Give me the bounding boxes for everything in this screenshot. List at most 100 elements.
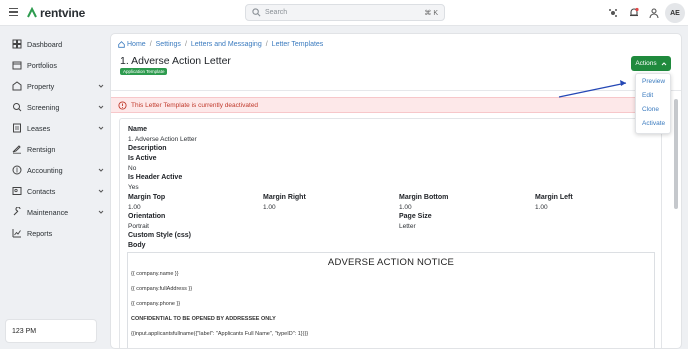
- is-active-value: No: [128, 165, 137, 172]
- search-placeholder: Search: [265, 9, 288, 16]
- dashboard-icon: [12, 39, 22, 49]
- is-header-active-value: Yes: [128, 184, 139, 191]
- is-active-label: Is Active: [128, 155, 157, 162]
- breadcrumb-letters-messaging[interactable]: Letters and Messaging: [191, 41, 262, 48]
- search-input[interactable]: Search ⌘ K: [245, 4, 445, 21]
- sidebar-footer-account[interactable]: 123 PM: [5, 319, 97, 343]
- notification-bell-icon[interactable]: [628, 7, 640, 19]
- sidebar-item-dashboard[interactable]: Dashboard: [12, 37, 104, 51]
- breadcrumb-settings[interactable]: Settings: [156, 41, 181, 48]
- breadcrumb-home[interactable]: Home: [127, 41, 146, 48]
- menu-icon[interactable]: [9, 8, 18, 17]
- scrollbar[interactable]: [674, 99, 678, 209]
- menu-item-clone[interactable]: Clone: [642, 106, 659, 113]
- sidebar-item-label: Maintenance: [27, 207, 69, 217]
- chevron-down-icon: [98, 84, 104, 88]
- sidebar-item-leases[interactable]: Leases: [12, 121, 104, 135]
- actions-dropdown-menu: Preview Edit Clone Activate: [635, 73, 671, 134]
- letter-line: {{input.applicantsfullname({"label": "Ap…: [131, 331, 309, 337]
- sidebar-item-label: Accounting: [27, 165, 63, 175]
- leases-icon: [13, 123, 21, 133]
- accounting-icon: [12, 165, 22, 175]
- sidebar-item-label: Contacts: [27, 186, 56, 196]
- orientation-label: Orientation: [128, 213, 166, 220]
- custom-style-label: Custom Style (css): [128, 232, 192, 239]
- page-title: 1. Adverse Action Letter: [120, 55, 231, 67]
- letter-line: CONFIDENTIAL TO BE OPENED BY ADDRESSEE O…: [131, 316, 276, 322]
- chevron-down-icon: [98, 168, 104, 172]
- alert-circle-icon: [118, 101, 127, 110]
- sidebar-item-label: Property: [27, 81, 55, 91]
- page-size-label: Page Size: [399, 213, 432, 220]
- letter-heading: ADVERSE ACTION NOTICE: [327, 257, 455, 268]
- sidebar-item-rentsign[interactable]: Rentsign: [12, 142, 104, 156]
- sidebar-item-label: Reports: [27, 228, 53, 238]
- is-header-active-label: Is Header Active: [128, 174, 183, 181]
- sidebar-item-accounting[interactable]: Accounting: [12, 163, 104, 177]
- breadcrumb-letter-templates[interactable]: Letter Templates: [272, 41, 324, 48]
- avatar[interactable]: AE: [665, 3, 685, 23]
- contacts-icon: [12, 187, 22, 195]
- sparkle-icon[interactable]: [607, 7, 619, 19]
- sidebar-item-property[interactable]: Property: [12, 79, 104, 93]
- rentvine-logo-icon: [27, 7, 37, 18]
- margin-left-value: 1.00: [535, 204, 548, 211]
- brand-name: rentvine: [40, 6, 86, 20]
- sidebar-item-label: Screening: [27, 102, 60, 112]
- sidebar-item-label: Portfolios: [27, 60, 57, 70]
- alert-text: This Letter Template is currently deacti…: [131, 102, 259, 109]
- brand-logo[interactable]: rentvine: [26, 6, 85, 20]
- sidebar-item-label: Rentsign: [27, 144, 56, 154]
- user-profile-icon[interactable]: [648, 7, 660, 19]
- header-divider: [111, 90, 681, 91]
- margin-left-label: Margin Left: [535, 194, 573, 201]
- sidebar: Dashboard Portfolios Property Screening …: [0, 26, 110, 349]
- top-bar: rentvine Search ⌘ K AE: [0, 0, 688, 26]
- chevron-up-icon: [661, 61, 667, 65]
- sidebar-item-label: Dashboard: [27, 39, 63, 49]
- margin-bottom-label: Margin Bottom: [399, 194, 449, 201]
- search-shortcut: ⌘ K: [424, 10, 438, 17]
- margin-bottom-value: 1.00: [399, 204, 412, 211]
- breadcrumb-separator: /: [149, 41, 152, 48]
- sidebar-item-contacts[interactable]: Contacts: [12, 184, 104, 198]
- property-icon: [12, 81, 22, 91]
- chevron-down-icon: [98, 126, 104, 130]
- sidebar-item-maintenance[interactable]: Maintenance: [12, 205, 104, 219]
- maintenance-icon: [13, 207, 21, 216]
- menu-item-preview[interactable]: Preview: [642, 78, 665, 85]
- chevron-down-icon: [98, 189, 104, 193]
- letter-line: {{ company.phone }}: [131, 301, 181, 307]
- letter-line: {{ company.fullAddress }}: [131, 286, 193, 292]
- page-size-value: Letter: [399, 223, 416, 230]
- actions-button[interactable]: Actions: [631, 56, 671, 71]
- sidebar-item-screening[interactable]: Screening: [12, 100, 104, 114]
- letter-body-preview: ADVERSE ACTION NOTICE {{ company.name }}…: [127, 252, 655, 348]
- breadcrumb-separator: /: [265, 41, 268, 48]
- orientation-value: Portrait: [128, 223, 149, 230]
- menu-item-activate[interactable]: Activate: [642, 120, 665, 127]
- description-label: Description: [128, 145, 167, 152]
- name-label: Name: [128, 126, 148, 133]
- portfolios-icon: [12, 61, 22, 70]
- main-content: Home / Settings / Letters and Messaging …: [110, 33, 682, 349]
- rentsign-icon: [12, 145, 21, 154]
- screening-icon: [13, 103, 22, 112]
- breadcrumb: Home / Settings / Letters and Messaging …: [118, 41, 323, 48]
- margin-right-value: 1.00: [263, 204, 276, 211]
- chevron-down-icon: [98, 105, 104, 109]
- letter-line: {{ company.name }}: [131, 271, 179, 277]
- actions-button-label: Actions: [635, 60, 657, 67]
- sidebar-item-label: Leases: [27, 123, 51, 133]
- margin-top-value: 1.00: [128, 204, 141, 211]
- search-icon: [252, 8, 261, 17]
- breadcrumb-separator: /: [184, 41, 187, 48]
- chevron-down-icon: [98, 210, 104, 214]
- home-icon[interactable]: [118, 41, 125, 48]
- margin-top-label: Margin Top: [128, 194, 166, 201]
- sidebar-item-reports[interactable]: Reports: [12, 226, 104, 240]
- menu-item-edit[interactable]: Edit: [642, 92, 653, 99]
- reports-icon: [12, 229, 21, 238]
- sidebar-item-portfolios[interactable]: Portfolios: [12, 58, 104, 72]
- margin-right-label: Margin Right: [263, 194, 306, 201]
